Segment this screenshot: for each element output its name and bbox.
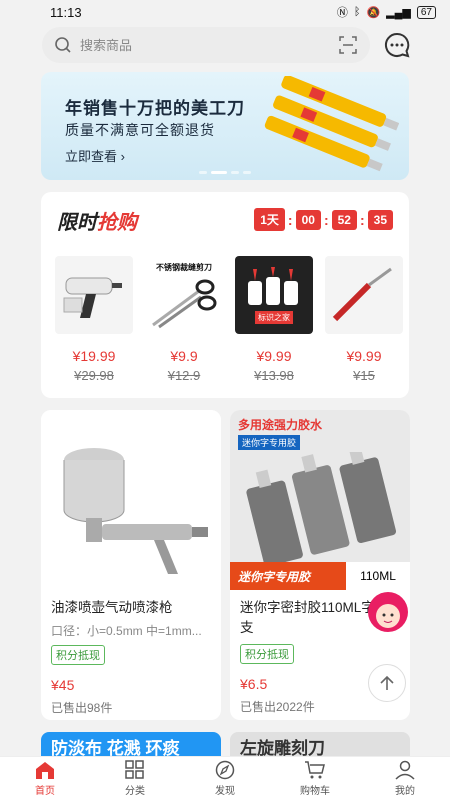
- flash-item-old-price: ¥12.9: [167, 368, 201, 383]
- flash-item[interactable]: ¥9.99 ¥15: [325, 256, 403, 383]
- points-badge: 积分抵现: [51, 645, 105, 665]
- flash-sale-list: ¥19.99 ¥29.98 不锈钢裁缝剪刀 ¥9.9 ¥12.9 标识之家 ¥9…: [55, 256, 409, 383]
- tab-home[interactable]: 首页: [0, 757, 90, 800]
- promo-banner[interactable]: 年销售十万把的美工刀 质量不满意可全额退货 立即查看 ›: [41, 72, 409, 180]
- flash-item-price: ¥19.99: [72, 348, 116, 364]
- tab-discover[interactable]: 发现: [180, 757, 270, 800]
- product-price: ¥45: [51, 677, 75, 693]
- tab-cart[interactable]: 购物车: [270, 757, 360, 800]
- tab-category[interactable]: 分类: [90, 757, 180, 800]
- status-icons: Ⓝ ᛒ 🔕 ▂▄▆ 67: [337, 4, 436, 20]
- mute-icon: 🔕: [366, 6, 381, 19]
- glue-gun-image: [55, 256, 133, 334]
- message-button[interactable]: [382, 30, 412, 60]
- bottom-tab-bar: 首页 分类 发现 购物车 我的: [0, 756, 450, 800]
- scan-icon[interactable]: [338, 35, 358, 55]
- spray-gun-image: [41, 410, 221, 590]
- banner-subline: 质量不满意可全额退货: [65, 122, 215, 138]
- nfc-icon: Ⓝ: [336, 7, 348, 19]
- banner-headline: 年销售十万把的美工刀: [65, 99, 245, 118]
- next-card-peek[interactable]: 防淡布 花溅 环痰: [41, 732, 221, 756]
- soldering-iron-image: [325, 256, 403, 334]
- flash-item-old-price: ¥13.98: [254, 368, 294, 383]
- flash-item-price: ¥9.99: [346, 348, 382, 364]
- flash-item[interactable]: 标识之家 ¥9.99 ¥13.98: [235, 256, 313, 383]
- flash-item[interactable]: ¥19.99 ¥29.98: [55, 256, 133, 383]
- product-name: 油漆喷壶气动喷漆枪: [51, 600, 173, 615]
- carousel-dots: [41, 171, 409, 174]
- home-icon: [36, 762, 54, 779]
- flash-item[interactable]: 不锈钢裁缝剪刀 ¥9.9 ¥12.9: [145, 256, 223, 383]
- chat-icon: [385, 32, 410, 58]
- category-icon: [125, 760, 144, 779]
- tab-profile[interactable]: 我的: [360, 757, 450, 800]
- profile-icon: [395, 760, 415, 780]
- back-to-top-button[interactable]: [368, 664, 406, 702]
- countdown-hours: 00: [295, 209, 321, 230]
- next-card-peek[interactable]: 左旋雕刻刀: [230, 732, 410, 756]
- product-sold-count: 已售出98件: [51, 701, 113, 715]
- countdown-seconds: 35: [367, 209, 393, 230]
- glue-tube-image: 多用途强力胶水 迷你字专用胶 迷你字专用胶 110ML: [230, 410, 410, 590]
- product-spec: 口径：小=0.5mm 中=1mm...: [51, 624, 202, 638]
- battery-icon: 67: [416, 5, 436, 19]
- countdown-timer: 1天: 00: 52: 35: [254, 208, 393, 231]
- glue-bottles-image: 标识之家: [235, 256, 313, 334]
- signal-icon: ▂▄▆: [386, 6, 411, 19]
- countdown-days: 1天: [254, 208, 285, 231]
- countdown-minutes: 52: [331, 209, 357, 230]
- customer-service-icon: [368, 592, 408, 632]
- flash-item-old-price: ¥15: [353, 368, 375, 383]
- flash-item-price: ¥9.99: [256, 348, 292, 364]
- flash-item-price: ¥9.9: [170, 348, 198, 364]
- banner-cta[interactable]: 立即查看 ›: [65, 146, 125, 165]
- bluetooth-icon: ᛒ: [353, 6, 361, 18]
- compass-icon: [215, 760, 235, 780]
- top-bar: [42, 26, 412, 64]
- flash-item-old-price: ¥29.98: [74, 368, 114, 383]
- customer-service-button[interactable]: [366, 590, 410, 638]
- utility-knife-image: [264, 76, 399, 172]
- points-badge: 积分抵现: [240, 644, 294, 664]
- status-time: 11:13: [50, 4, 82, 20]
- search-box[interactable]: [42, 27, 370, 63]
- arrow-up-icon: [380, 675, 394, 690]
- search-input[interactable]: [80, 37, 330, 53]
- flash-sale-section: 限时抢购 1天: 00: 52: 35 ¥19.99 ¥29.98 不锈钢裁缝剪…: [41, 192, 409, 398]
- scissors-image: 不锈钢裁缝剪刀: [145, 256, 223, 334]
- product-card[interactable]: 油漆喷壶气动喷漆枪 口径：小=0.5mm 中=1mm... 积分抵现 ¥45 已…: [41, 410, 221, 720]
- search-icon: [55, 37, 71, 53]
- status-bar: 11:13 Ⓝ ᛒ 🔕 ▂▄▆ 67: [0, 0, 450, 24]
- cart-icon: [305, 761, 325, 779]
- flash-sale-title: 限时抢购: [57, 212, 137, 234]
